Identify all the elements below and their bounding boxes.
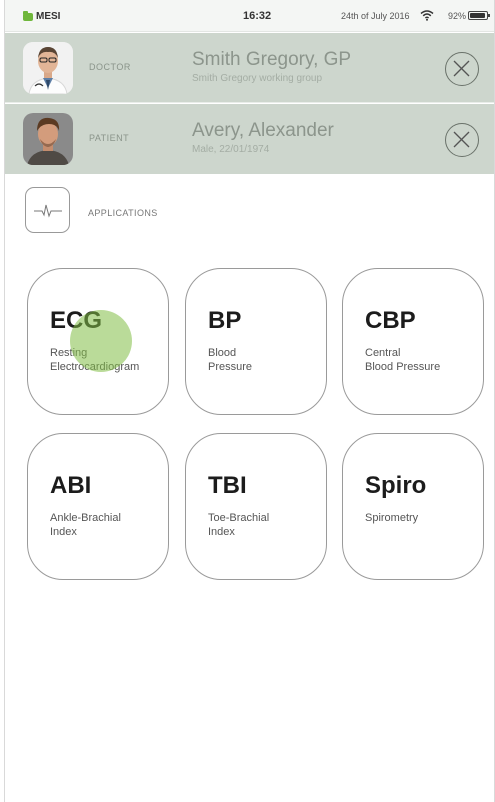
doctor-name: Smith Gregory, GP [192, 49, 352, 70]
tile-description: Toe-Brachial Index [208, 511, 323, 539]
status-app-name: MESI [36, 11, 61, 22]
patient-role-label: PATIENT [89, 133, 130, 143]
folder-icon [23, 10, 33, 21]
tile-abbr: ABI [50, 472, 92, 499]
doctor-role-label: DOCTOR [89, 62, 131, 72]
applications-label: APPLICATIONS [88, 208, 158, 218]
tile-desc-line: Index [208, 526, 235, 538]
tile-abbr: TBI [208, 472, 247, 499]
app-tile-bp[interactable]: BP Blood Pressure [185, 268, 327, 415]
tile-abbr: BP [208, 307, 242, 334]
status-time: 16:32 [243, 10, 272, 22]
tile-description: Ankle-Brachial Index [50, 511, 165, 539]
tile-desc-line: Index [50, 526, 77, 538]
status-date: 24th of July 2016 [341, 11, 410, 21]
tile-description: Blood Pressure [208, 346, 323, 374]
close-icon [453, 60, 470, 77]
close-icon [453, 131, 470, 148]
doctor-close-button[interactable] [445, 52, 479, 86]
app-frame: MESI 16:32 24th of July 2016 92% DOCTOR … [4, 0, 495, 802]
tile-desc-line: Pressure [208, 361, 253, 373]
patient-avatar [23, 113, 73, 165]
doctor-group: Smith Gregory working group [192, 73, 323, 84]
touch-indicator [70, 310, 132, 372]
tile-description: Central Blood Pressure [365, 346, 480, 374]
tile-desc-line: Ankle-Brachial [50, 512, 121, 524]
app-tile-spiro[interactable]: Spiro Spirometry [342, 433, 484, 580]
tile-desc-line: Central [365, 347, 401, 359]
patient-name: Avery, Alexander [192, 120, 334, 141]
status-app: MESI [23, 10, 61, 22]
app-tile-cbp[interactable]: CBP Central Blood Pressure [342, 268, 484, 415]
tile-desc-line: Toe-Brachial [208, 512, 270, 524]
doctor-row[interactable]: DOCTOR Smith Gregory, GP Smith Gregory w… [5, 33, 494, 103]
battery-percent: 92% [448, 11, 467, 21]
doctor-avatar [23, 42, 73, 94]
tile-desc-line: Blood [208, 347, 237, 359]
tile-description: Spirometry [365, 511, 480, 525]
patient-close-button[interactable] [445, 123, 479, 157]
tile-abbr: Spiro [365, 472, 427, 499]
app-tile-abi[interactable]: ABI Ankle-Brachial Index [27, 433, 169, 580]
wifi-icon [420, 10, 434, 21]
tile-abbr: CBP [365, 307, 416, 334]
patient-row[interactable]: PATIENT Avery, Alexander Male, 22/01/197… [5, 104, 494, 174]
status-bar: MESI 16:32 24th of July 2016 92% [5, 0, 494, 32]
tile-desc-line: Blood Pressure [365, 361, 441, 373]
battery-icon [468, 11, 490, 20]
tile-desc-line: Spirometry [365, 512, 419, 524]
patient-details: Male, 22/01/1974 [192, 144, 270, 155]
app-tile-tbi[interactable]: TBI Toe-Brachial Index [185, 433, 327, 580]
heartbeat-icon [25, 187, 70, 233]
applications-header: APPLICATIONS [5, 175, 494, 245]
